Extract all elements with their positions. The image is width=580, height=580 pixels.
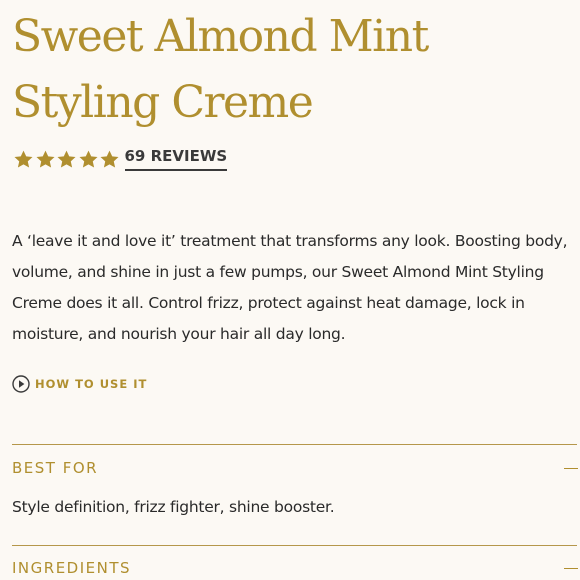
minus-icon[interactable] bbox=[564, 467, 578, 469]
product-details-panel: Sweet Almond Mint Styling Creme 69 REVIE… bbox=[0, 0, 580, 580]
star-rating[interactable] bbox=[13, 149, 121, 170]
divider bbox=[12, 545, 577, 546]
accordion-header-ingredients[interactable]: INGREDIENTS bbox=[12, 553, 578, 580]
accordion-title-ingredients: INGREDIENTS bbox=[12, 559, 132, 577]
how-to-use-label: HOW TO USE IT bbox=[35, 377, 148, 391]
star-icon bbox=[100, 150, 119, 168]
star-icon bbox=[14, 150, 33, 168]
accordion-header-best-for[interactable]: BEST FOR bbox=[12, 453, 578, 483]
how-to-use-button[interactable]: HOW TO USE IT bbox=[12, 375, 147, 393]
product-title: Sweet Almond Mint Styling Creme bbox=[12, 11, 429, 128]
star-icon bbox=[57, 150, 76, 168]
reviews-link[interactable]: 69 REVIEWS bbox=[124, 147, 228, 171]
accordion-title-best-for: BEST FOR bbox=[12, 459, 99, 477]
star-icon bbox=[78, 150, 98, 168]
star-icon bbox=[35, 150, 55, 168]
play-circle-icon bbox=[12, 375, 30, 393]
rating-row: 69 REVIEWS bbox=[13, 145, 228, 173]
minus-icon[interactable] bbox=[564, 567, 578, 569]
divider bbox=[12, 444, 577, 445]
product-description: A ‘leave it and love it’ treatment that … bbox=[12, 232, 568, 343]
accordion-body-best-for: Style definition, frizz fighter, shine b… bbox=[12, 498, 335, 516]
